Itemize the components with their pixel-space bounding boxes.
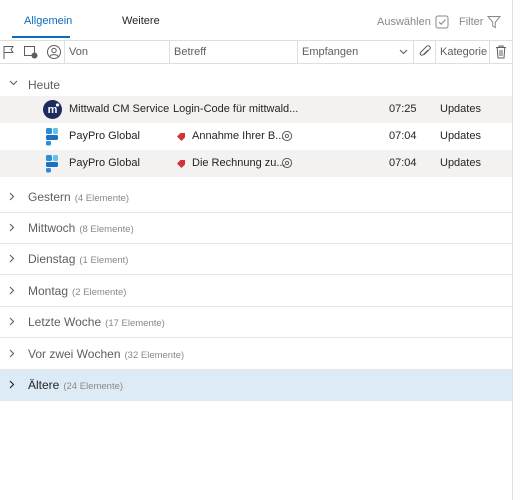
tab-weitere[interactable]: Weitere bbox=[122, 10, 160, 32]
group-count: (4 Elemente) bbox=[74, 193, 130, 204]
group-name: Gestern bbox=[28, 190, 71, 204]
chevron-down-icon bbox=[9, 80, 18, 86]
group-count: (24 Elemente) bbox=[63, 381, 124, 392]
mail-subject: Die Rechnung zu... bbox=[192, 157, 286, 169]
group-name: Letzte Woche bbox=[28, 315, 102, 329]
mail-received-time: 07:04 bbox=[389, 130, 417, 142]
group-name: Ältere bbox=[28, 378, 60, 392]
paypro-logo-icon bbox=[46, 155, 58, 173]
group-name: Vor zwei Wochen bbox=[28, 347, 121, 361]
read-status-column-icon[interactable] bbox=[23, 44, 39, 60]
column-separator[interactable] bbox=[413, 41, 414, 63]
mail-subject: Login-Code für mittwald... bbox=[173, 103, 299, 115]
mail-row[interactable]: m Mittwald CM Service Login-Code für mit… bbox=[0, 96, 512, 123]
filter-button[interactable]: Filter bbox=[459, 12, 502, 32]
mail-row[interactable]: PayPro Global Die Rechnung zu... 07:04 U… bbox=[0, 150, 512, 177]
mail-category: Updates bbox=[440, 103, 481, 115]
group-name: Mittwoch bbox=[28, 221, 76, 235]
mail-sender: Mittwald CM Service bbox=[69, 103, 170, 115]
mail-sender: PayPro Global bbox=[69, 130, 140, 142]
column-kategorie[interactable]: Kategorie bbox=[440, 41, 487, 63]
group-letzte-woche[interactable]: Letzte Woche (17 Elemente) bbox=[0, 307, 512, 338]
group-name: Montag bbox=[28, 284, 69, 298]
delete-column-icon[interactable] bbox=[495, 44, 507, 60]
group-mittwoch[interactable]: Mittwoch (8 Elemente) bbox=[0, 213, 512, 244]
mail-category: Updates bbox=[440, 157, 481, 169]
group-gestern[interactable]: Gestern (4 Elemente) bbox=[0, 182, 512, 213]
group-count: (8 Elemente) bbox=[79, 224, 134, 235]
column-betreff[interactable]: Betreff bbox=[174, 41, 206, 63]
select-button[interactable]: Auswählen bbox=[377, 12, 449, 32]
scrollbar[interactable] bbox=[513, 0, 528, 500]
active-tab-indicator bbox=[12, 36, 70, 38]
column-separator[interactable] bbox=[435, 41, 436, 63]
chevron-right-icon bbox=[9, 254, 15, 263]
mail-category: Updates bbox=[440, 130, 481, 142]
group-dienstag[interactable]: Dienstag (1 Element) bbox=[0, 244, 512, 275]
tab-allgemein[interactable]: Allgemein bbox=[24, 10, 72, 32]
select-label: Auswählen bbox=[377, 16, 431, 28]
column-separator[interactable] bbox=[489, 41, 490, 63]
select-checkbox-icon bbox=[435, 15, 449, 29]
paypro-logo-icon bbox=[46, 128, 58, 146]
chevron-right-icon bbox=[9, 317, 15, 326]
chevron-right-icon bbox=[9, 380, 15, 389]
mail-subject: Annahme Ihrer B... bbox=[192, 130, 285, 142]
settings-gear-icon[interactable] bbox=[281, 130, 293, 142]
flag-column-icon[interactable] bbox=[2, 44, 16, 60]
column-header-row: Von Betreff Empfangen Kategorie bbox=[0, 40, 512, 64]
column-von[interactable]: Von bbox=[69, 41, 88, 63]
mail-row[interactable]: PayPro Global Annahme Ihrer B... 07:04 U… bbox=[0, 123, 512, 150]
sort-chevron-down-icon[interactable] bbox=[399, 49, 408, 55]
column-separator[interactable] bbox=[297, 41, 298, 63]
group-count: (32 Elemente) bbox=[124, 350, 185, 361]
mail-sender: PayPro Global bbox=[69, 157, 140, 169]
group-heute-header[interactable]: Heute bbox=[0, 74, 512, 96]
chevron-right-icon bbox=[9, 286, 15, 295]
tab-bar: Allgemein Weitere Auswählen Filter bbox=[0, 0, 512, 40]
mail-received-time: 07:04 bbox=[389, 157, 417, 169]
settings-gear-icon[interactable] bbox=[281, 157, 293, 169]
group-name: Dienstag bbox=[28, 252, 76, 266]
attachment-column-icon[interactable] bbox=[418, 44, 432, 60]
svg-text:m: m bbox=[48, 104, 58, 116]
category-tag-icon bbox=[177, 160, 185, 168]
person-column-icon[interactable] bbox=[46, 44, 62, 60]
group-vor-zwei-wochen[interactable]: Vor zwei Wochen (32 Elemente) bbox=[0, 339, 512, 370]
group-count: (2 Elemente) bbox=[72, 287, 127, 298]
group-count: (1 Element) bbox=[79, 255, 129, 266]
mail-received-time: 07:25 bbox=[389, 103, 417, 115]
chevron-right-icon bbox=[9, 223, 15, 232]
group-montag[interactable]: Montag (2 Elemente) bbox=[0, 276, 512, 307]
chevron-right-icon bbox=[9, 349, 15, 358]
filter-funnel-icon bbox=[487, 16, 502, 29]
mittwald-logo-icon: m bbox=[43, 100, 62, 119]
column-empfangen[interactable]: Empfangen bbox=[302, 41, 358, 63]
chevron-right-icon bbox=[9, 192, 15, 201]
category-tag-icon bbox=[177, 133, 185, 141]
column-separator[interactable] bbox=[64, 41, 65, 63]
group-count: (17 Elemente) bbox=[105, 318, 165, 329]
filter-label: Filter bbox=[459, 16, 484, 28]
group-aeltere[interactable]: Ältere (24 Elemente) bbox=[0, 370, 512, 401]
group-name: Heute bbox=[28, 78, 61, 92]
column-separator[interactable] bbox=[169, 41, 170, 63]
